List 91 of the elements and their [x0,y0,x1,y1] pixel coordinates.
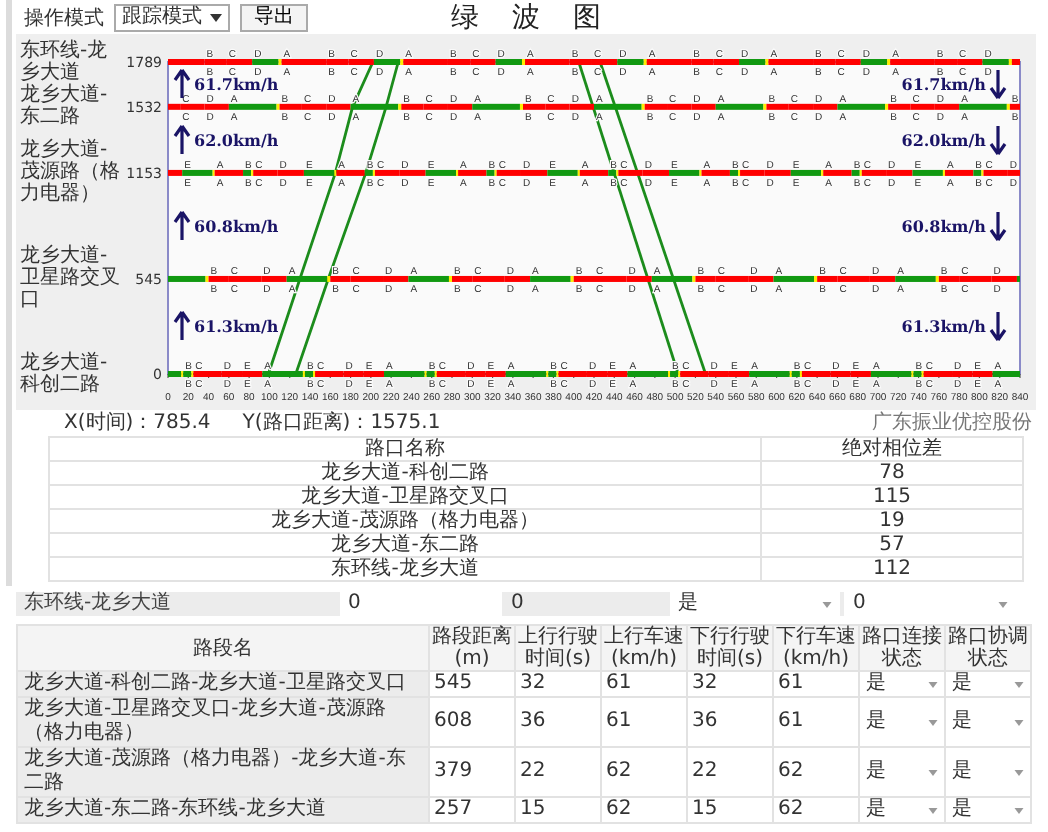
up-arrow-icon [172,123,192,156]
down-arrow-icon [988,310,1008,343]
table-cell: 龙乡大道-茂源路（格力电器） [49,509,761,533]
caret-icon [1014,807,1024,813]
dropdown[interactable]: 是 [669,592,841,616]
column-header: 上行车速(km/h) [601,625,687,671]
table-cell: 19 [761,509,1023,533]
table-cell: 545 [429,671,515,697]
dropdown[interactable]: 是 [860,672,944,696]
dropdown[interactable]: 0 [844,592,1016,616]
caret-icon [928,769,938,775]
column-header: 下行车速(km/h) [773,625,859,671]
export-button[interactable]: 导出 [240,4,308,32]
table-cell-text: 东环线-龙乡大道 [22,592,174,616]
speed-label: 60.8km/h [901,215,986,236]
column-header: 路口名称 [49,437,761,461]
table-cell: 62 [773,797,859,823]
table-cell: 115 [761,485,1023,509]
table-cell: 61 [773,697,859,747]
mode-dropdown[interactable]: 跟踪模式 [114,4,230,32]
table-cell: 379 [429,747,515,797]
table-cell: 15 [515,797,601,823]
table-cell: 龙乡大道-茂源路（格力电器）-龙乡大道-东二路 [17,747,429,797]
table-cell: 36 [687,697,773,747]
intersection-name: 龙乡大道-科创二路 [20,352,110,396]
up-arrow-icon [172,310,192,343]
column-header: 路口连接状态 [859,625,945,671]
table-cell: 608 [429,697,515,747]
table-cell: 257 [429,797,515,823]
up-arrow-icon [172,68,192,101]
speed-label: 61.7km/h [901,74,986,95]
table-cell: 15 [687,797,773,823]
speed-label: 60.8km/h [194,215,279,236]
chart-credit: 广东振业优控股份 [872,410,1032,436]
caret-icon [1014,769,1024,775]
speed-label: 61.3km/h [901,316,986,337]
table-cell: 龙乡大道-科创二路-龙乡大道-卫星路交叉口 [17,671,429,697]
speed-label: 61.3km/h [194,316,279,337]
table-cell: 龙乡大道-科创二路 [49,461,761,485]
speed-label: 62.0km/h [194,129,279,150]
column-header: 下行行驶时间(s) [687,625,773,671]
table-cell: 22 [515,747,601,797]
table-cell: 32 [515,671,601,697]
caret-icon [928,719,938,725]
table-cell: 61 [601,697,687,747]
caret-icon [822,601,833,607]
table-cell: 东环线-龙乡大道 [49,557,761,581]
caret-icon [928,681,938,687]
time-readout: X(时间)：785.4 [64,410,211,436]
down-arrow-icon [988,123,1008,156]
mode-label: 操作模式 [24,5,104,32]
down-arrow-icon [988,209,1008,242]
table-cell: 龙乡大道-东二路-东环线-龙乡大道 [17,797,429,823]
table-cell: 62 [773,747,859,797]
caret-icon [1014,681,1024,687]
table-cell: 61 [773,671,859,697]
table-cell: 龙乡大道-东二路 [49,533,761,557]
caret-icon [1014,719,1024,725]
speed-label: 61.7km/h [194,74,279,95]
table-cell: 112 [761,557,1023,581]
column-header: 路段名 [17,625,429,671]
intersection-name: 龙乡大道-茂源路（格力电器） [20,139,122,206]
caret-icon [928,807,938,813]
intersection-name: 龙乡大道-东二路 [20,84,110,129]
table-cell: 32 [687,671,773,697]
table-cell: 龙乡大道-卫星路交叉口-龙乡大道-茂源路（格力电器） [17,697,429,747]
dropdown[interactable]: 是 [946,798,1030,822]
table-cell: 62 [601,797,687,823]
column-header: 绝对相位差 [761,437,1023,461]
table-cell: 龙乡大道-卫星路交叉口 [49,485,761,509]
speed-label: 62.0km/h [901,129,986,150]
down-arrow-icon [988,68,1008,101]
table-cell: 78 [761,461,1023,485]
column-header: 路口协调状态 [945,625,1031,671]
distance-readout: Y(路口距离)：1575.1 [242,410,441,436]
table-cell: 22 [687,747,773,797]
table-cell: 57 [761,533,1023,557]
intersection-name: 东环线-龙乡大道 [20,40,110,84]
caret-icon [210,14,222,22]
chart-title: 绿 波 图 [451,0,613,36]
input-field[interactable]: 0 [339,592,503,616]
up-arrow-icon [172,209,192,242]
table-cell: 62 [601,747,687,797]
table-cell: 36 [515,697,601,747]
table-cell: 61 [601,671,687,697]
intersection-name: 龙乡大道-卫星路交叉口 [20,245,122,312]
caret-icon [998,601,1008,607]
column-header: 路段距离(m) [429,625,515,671]
dropdown[interactable]: 是 [946,672,1030,696]
dropdown[interactable]: 是 [860,798,944,822]
column-header: 上行行驶时间(s) [515,625,601,671]
